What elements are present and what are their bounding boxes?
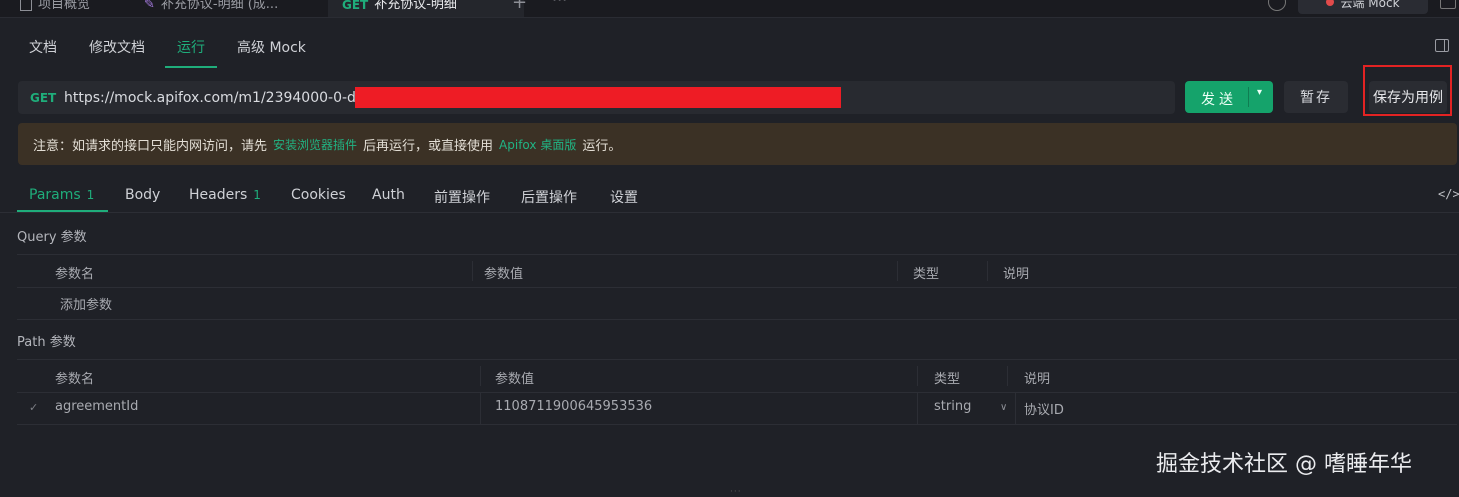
col-divider [987,261,988,281]
tab-active-request[interactable]: GET 补充协议-明细 [328,0,524,17]
add-param-input[interactable]: 添加参数 [60,294,112,313]
cloud-mock-icon [1326,0,1335,6]
query-params-title: Query 参数 [17,230,87,245]
param-type-select[interactable]: string [934,399,971,414]
tab-project-overview[interactable]: 项目概览 [20,0,90,17]
api-icon: ✎ [144,0,155,12]
tab-pre-processors[interactable]: 前置操作 [434,187,490,207]
col-divider [480,366,481,386]
tab-headers[interactable]: Headers 1 [189,187,261,203]
method-label: GET [30,90,57,105]
cloud-mock-button[interactable]: 云端 Mock [1298,0,1428,14]
param-value-cell[interactable]: 1108711900645953536 [495,399,652,414]
table-row: 添加参数 [17,287,1457,320]
tab-supplement-detail[interactable]: ✎ 补充协议-明细 (成... [144,0,278,17]
col-type: 类型 [913,267,940,282]
col-description: 说明 [1003,267,1030,282]
param-desc-cell[interactable]: 协议ID [1024,399,1064,418]
desktop-app-link[interactable]: Apifox 桌面版 [499,136,576,153]
table-header-row: 参数名 参数值 类型 说明 [17,254,1457,288]
col-param-value: 参数值 [484,267,524,282]
enabled-check-icon[interactable]: ✓ [29,401,38,414]
tab-advanced-mock[interactable]: 高级 Mock [237,37,306,57]
tab-doc[interactable]: 文档 [29,37,57,57]
col-divider [1007,366,1008,386]
sync-icon[interactable] [1268,0,1286,11]
tab-params[interactable]: Params 1 [29,187,94,203]
save-temp-button[interactable]: 暂存 [1284,81,1348,113]
chevron-down-icon[interactable]: ▾ [1257,87,1262,98]
param-tabs-divider [0,212,1459,213]
tab-auth[interactable]: Auth [372,187,405,203]
resize-handle[interactable]: ··· [730,487,742,497]
code-icon[interactable]: </> [1438,187,1459,201]
sub-tab-bar: 文档 修改文档 运行 高级 Mock [0,28,1459,68]
path-params-title: Path 参数 [17,335,76,350]
col-type: 类型 [934,372,961,387]
tab-edit-doc[interactable]: 修改文档 [89,37,145,57]
active-tab-indicator [165,66,217,68]
col-divider [917,366,918,386]
col-divider [480,392,481,424]
tab-run[interactable]: 运行 [177,37,205,57]
save-as-case-button[interactable]: 保存为用例 [1369,81,1447,113]
install-extension-link[interactable]: 安装浏览器插件 [273,136,357,153]
col-param-name: 参数名 [55,372,95,387]
save-case-highlight: 保存为用例 [1363,65,1452,116]
window-icon[interactable] [1440,0,1456,9]
col-divider [472,261,473,281]
add-tab-icon[interactable]: + [512,0,527,13]
more-icon[interactable]: ··· [552,0,567,9]
table-header-row: 参数名 参数值 类型 说明 [17,359,1457,393]
col-param-name: 参数名 [55,267,95,282]
intranet-notice: 注意：如请求的接口只能内网访问，请先 安装浏览器插件 后再运行，或直接使用 Ap… [18,123,1457,165]
watermark: 掘金技术社区 @ 嗜睡年华 [1156,452,1412,477]
param-name-cell[interactable]: agreementId [55,399,138,414]
col-param-value: 参数值 [495,372,535,387]
url-input[interactable]: https://mock.apifox.com/m1/2394000-0-def… [64,90,396,106]
redaction-bar [355,87,841,108]
side-panel-icon[interactable] [1435,39,1449,52]
tab-cookies[interactable]: Cookies [291,187,346,203]
top-tab-strip: 项目概览 ✎ 补充协议-明细 (成... GET 补充协议-明细 + ··· 云… [0,0,1459,18]
col-divider [897,261,898,281]
col-divider [917,392,918,424]
send-button[interactable]: 发送 ▾ [1185,81,1273,113]
chevron-down-icon[interactable]: ∨ [1000,402,1007,413]
col-divider [1015,392,1016,424]
tab-post-processors[interactable]: 后置操作 [521,187,577,207]
col-description: 说明 [1024,372,1051,387]
table-row: ✓ agreementId 1108711900645953536 string… [17,392,1457,425]
tab-body[interactable]: Body [125,187,160,203]
tab-settings[interactable]: 设置 [610,187,638,207]
send-divider [1248,87,1249,107]
overview-icon [20,0,32,11]
